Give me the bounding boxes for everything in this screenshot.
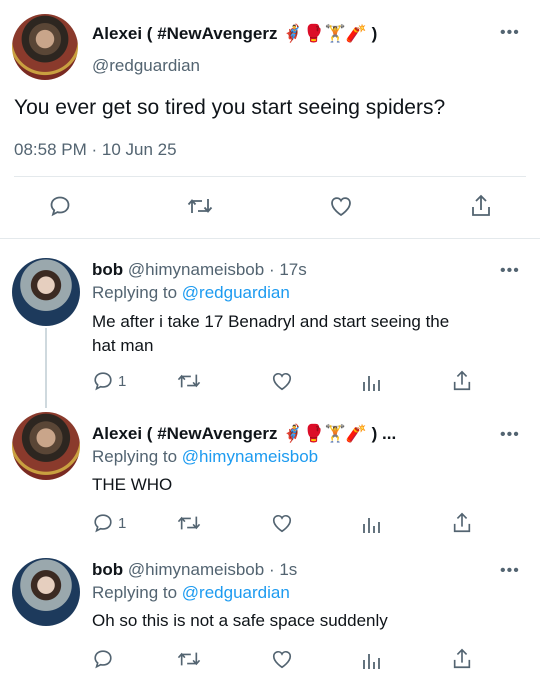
like-button[interactable] <box>270 370 294 392</box>
reply-count: 1 <box>118 372 127 390</box>
reply-text: Me after i take 17 Benadryl and start se… <box>92 310 522 358</box>
share-icon <box>453 648 471 669</box>
analytics-icon <box>363 376 380 391</box>
more-options-icon[interactable]: ••• <box>500 563 520 579</box>
divider <box>14 176 526 177</box>
replying-to-link[interactable]: @himynameisbob <box>182 447 318 466</box>
divider <box>0 238 540 239</box>
author-name[interactable]: Alexei ( #NewAvengerz 🦸‍♂️🥊🏋️🧨 ) <box>92 24 377 44</box>
share-icon <box>453 370 471 391</box>
share-button[interactable] <box>451 511 473 535</box>
author-handle[interactable]: @redguardian <box>92 56 200 76</box>
reply-header: bob @himynameisbob · 17s <box>92 260 307 280</box>
reply-text-line: hat man <box>92 336 154 355</box>
like-icon <box>272 514 292 533</box>
retweet-icon <box>177 652 201 666</box>
avatar[interactable] <box>12 412 80 480</box>
replying-to-link[interactable]: @redguardian <box>182 583 290 602</box>
reply-text-line: Me after i take 17 Benadryl and start se… <box>92 312 450 331</box>
reply-header: bob @himynameisbob · 1s <box>92 560 297 580</box>
reply-icon <box>50 196 70 217</box>
thread-line <box>45 328 47 408</box>
author-handle[interactable]: @himynameisbob <box>128 560 264 579</box>
share-button[interactable] <box>451 369 473 393</box>
analytics-button[interactable] <box>360 513 382 535</box>
reply-time: · 17s <box>268 260 307 279</box>
reply-button[interactable] <box>48 194 72 218</box>
like-icon <box>272 650 292 669</box>
retweet-icon <box>187 199 213 213</box>
like-icon <box>331 197 351 217</box>
share-icon <box>453 512 471 533</box>
analytics-icon <box>363 518 380 533</box>
replying-to: Replying to @himynameisbob <box>92 447 318 467</box>
reply-time: · 1s <box>268 560 298 579</box>
retweet-button[interactable] <box>186 194 214 218</box>
replying-to: Replying to @redguardian <box>92 283 290 303</box>
like-button[interactable] <box>270 512 294 534</box>
retweet-button[interactable] <box>176 648 202 670</box>
author-name[interactable]: Alexei ( #NewAvengerz 🦸‍♂️🥊🏋️🧨 ) ... <box>92 424 396 444</box>
more-options-icon[interactable]: ••• <box>500 263 520 279</box>
reply-text: Oh so this is not a safe space suddenly <box>92 611 388 630</box>
author-name[interactable]: bob <box>92 260 123 279</box>
like-button[interactable] <box>328 194 354 218</box>
reply-text: THE WHO <box>92 475 173 494</box>
share-button[interactable] <box>469 193 493 219</box>
like-icon <box>272 372 292 391</box>
reply-button[interactable] <box>92 648 114 670</box>
avatar[interactable] <box>12 14 78 80</box>
reply-icon <box>94 514 112 533</box>
more-options-icon[interactable]: ••• <box>500 427 520 443</box>
analytics-button[interactable] <box>360 371 382 393</box>
reply-icon <box>94 372 112 391</box>
reply-icon <box>94 650 112 669</box>
tweet-timestamp[interactable]: 08:58 PM · 10 Jun 25 <box>14 140 177 160</box>
avatar[interactable] <box>12 558 80 626</box>
replying-to-link[interactable]: @redguardian <box>182 283 290 302</box>
retweet-button[interactable] <box>176 370 202 392</box>
share-button[interactable] <box>451 647 473 671</box>
reply-button[interactable]: 1 <box>92 370 126 392</box>
analytics-button[interactable] <box>360 649 382 671</box>
more-options-icon[interactable]: ••• <box>500 25 520 41</box>
replying-to: Replying to @redguardian <box>92 583 290 603</box>
tweet-text: You ever get so tired you start seeing s… <box>14 96 446 119</box>
replying-to-label: Replying to <box>92 583 178 602</box>
retweet-icon <box>177 516 201 530</box>
retweet-icon <box>177 374 201 388</box>
avatar[interactable] <box>12 258 80 326</box>
like-button[interactable] <box>270 648 294 670</box>
retweet-button[interactable] <box>176 512 202 534</box>
replying-to-label: Replying to <box>92 447 178 466</box>
reply-count: 1 <box>118 514 127 532</box>
author-handle[interactable]: @himynameisbob <box>128 260 264 279</box>
reply-button[interactable]: 1 <box>92 512 126 534</box>
share-icon <box>472 194 490 216</box>
analytics-icon <box>363 654 380 669</box>
replying-to-label: Replying to <box>92 283 178 302</box>
author-name[interactable]: bob <box>92 560 123 579</box>
